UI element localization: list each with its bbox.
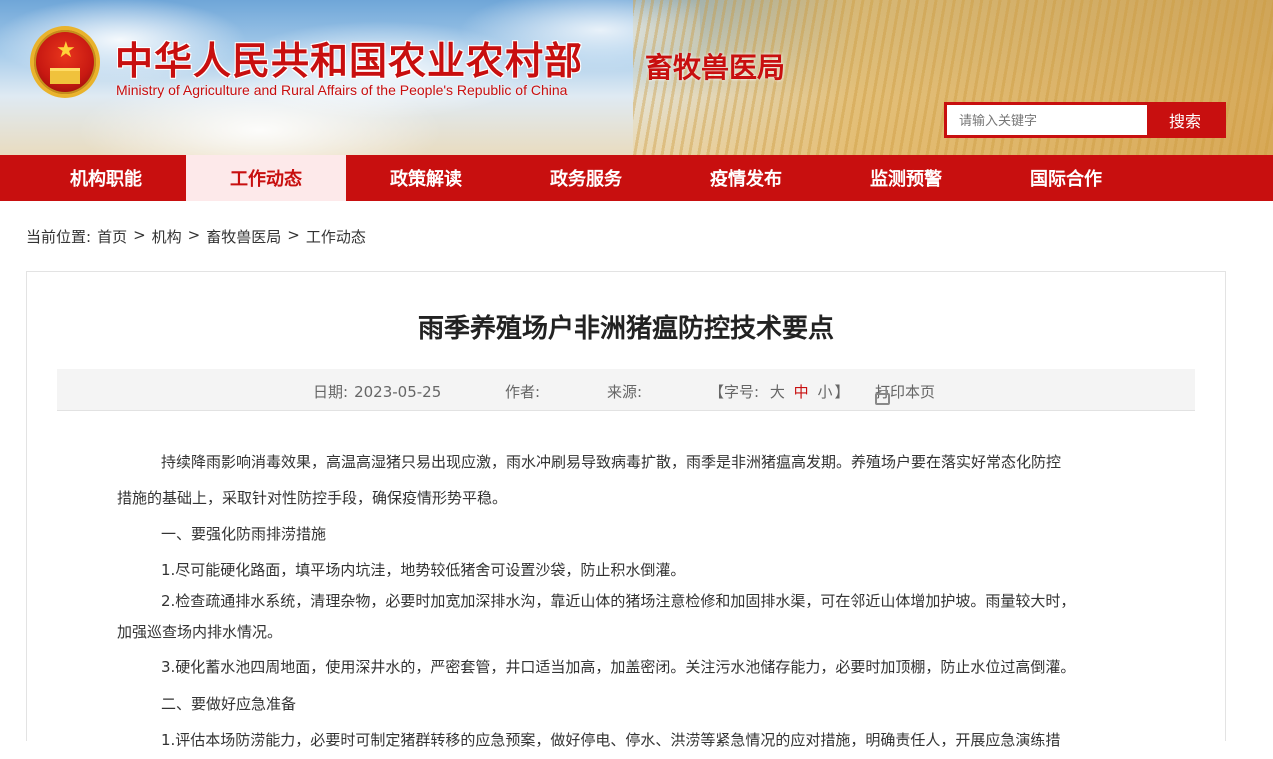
- font-size-large-button[interactable]: 大: [768, 383, 787, 401]
- breadcrumb-prefix: 当前位置:: [26, 228, 92, 246]
- article-meta: 日期: 2023-05-25 作者: 来源: 【字号: 大 中 小】 打印本页: [57, 369, 1195, 411]
- header-banner: ★ 中华人民共和国农业农村部 Ministry of Agriculture a…: [0, 0, 1273, 155]
- search-box: 搜索: [944, 102, 1226, 138]
- site-subtitle: Ministry of Agriculture and Rural Affair…: [116, 82, 568, 98]
- breadcrumb-separator: >: [187, 226, 201, 244]
- font-size-control: 【字号: 大 中 小】: [709, 381, 849, 402]
- paragraph: 措施的基础上，采取针对性防控手段，确保疫情形势平稳。: [117, 489, 508, 507]
- date-value: 2023-05-25: [354, 383, 442, 401]
- print-button[interactable]: 打印本页: [875, 381, 935, 405]
- source-label: 来源:: [607, 383, 643, 401]
- paragraph: 加强巡查场内排水情况。: [117, 623, 283, 641]
- section-heading: 二、要做好应急准备: [161, 695, 297, 713]
- site-title[interactable]: 中华人民共和国农业农村部: [115, 30, 583, 85]
- date-field: 日期: 2023-05-25: [313, 381, 441, 402]
- font-size-small-button[interactable]: 小: [815, 383, 834, 401]
- nav-item-international[interactable]: 国际合作: [986, 155, 1146, 201]
- font-size-close: 】: [834, 383, 850, 401]
- search-button[interactable]: 搜索: [1147, 105, 1223, 135]
- nav-item-functions[interactable]: 机构职能: [26, 155, 186, 201]
- article-panel: 雨季养殖场户非洲猪瘟防控技术要点 日期: 2023-05-25 作者: 来源: 【…: [26, 271, 1226, 749]
- article-title: 雨季养殖场户非洲猪瘟防控技术要点: [417, 314, 834, 344]
- section-heading: 一、要强化防雨排涝措施: [161, 525, 327, 543]
- main-nav: 机构职能 工作动态 政策解读 政务服务 疫情发布 监测预警 国际合作: [0, 155, 1273, 201]
- nav-item-policy[interactable]: 政策解读: [346, 155, 506, 201]
- bureau-title: 畜牧兽医局: [645, 51, 786, 84]
- author-label: 作者:: [505, 383, 541, 401]
- nav-item-services[interactable]: 政务服务: [506, 155, 666, 201]
- star-icon: ★: [56, 38, 76, 63]
- paragraph: 1.评估本场防涝能力，必要时可制定猪群转移的应急预案，做好停电、停水、洪涝等紧急…: [161, 731, 1061, 749]
- breadcrumb-work-news[interactable]: 工作动态: [306, 226, 366, 247]
- nav-item-monitoring[interactable]: 监测预警: [826, 155, 986, 201]
- national-emblem-icon: ★: [30, 26, 100, 98]
- paragraph: 持续降雨影响消毒效果，高温高湿猪只易出现应激，雨水冲刷易导致病毒扩散，雨季是非洲…: [161, 453, 1062, 471]
- font-size-medium-button[interactable]: 中: [792, 383, 811, 401]
- date-label: 日期:: [313, 383, 349, 401]
- paragraph: 3.硬化蓄水池四周地面，使用深井水的，严密套管，井口适当加高，加盖密闭。关注污水…: [161, 658, 1076, 676]
- nav-item-epidemic[interactable]: 疫情发布: [666, 155, 826, 201]
- breadcrumb-institution[interactable]: 机构: [152, 226, 182, 247]
- search-input[interactable]: [947, 105, 1147, 135]
- breadcrumb: 当前位置: 首页 > 机构 > 畜牧兽医局 > 工作动态: [26, 226, 366, 247]
- printer-icon: [875, 390, 890, 405]
- font-size-label: 【字号:: [709, 383, 760, 401]
- gate-icon: [50, 68, 80, 84]
- breadcrumb-home[interactable]: 首页: [97, 226, 127, 247]
- nav-item-work-news[interactable]: 工作动态: [186, 155, 346, 201]
- breadcrumb-separator: >: [287, 226, 300, 244]
- breadcrumb-bureau[interactable]: 畜牧兽医局: [206, 226, 281, 247]
- breadcrumb-separator: >: [133, 226, 146, 244]
